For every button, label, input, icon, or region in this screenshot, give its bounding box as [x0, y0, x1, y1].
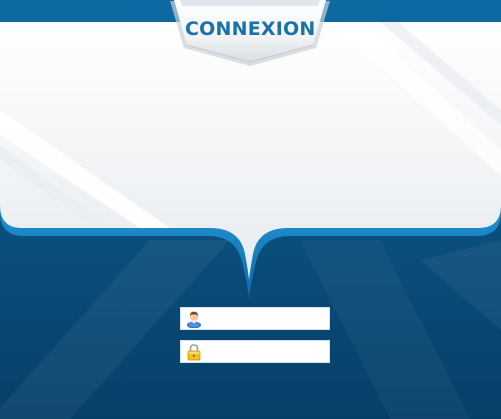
lock-icon	[187, 343, 201, 360]
username-field[interactable]	[180, 307, 330, 330]
username-input[interactable]	[203, 309, 329, 328]
login-window: CONNEXION	[0, 0, 501, 419]
login-title: CONNEXION	[185, 18, 316, 40]
password-field[interactable]	[180, 340, 330, 363]
user-icon	[187, 311, 201, 328]
password-input[interactable]	[203, 342, 329, 361]
